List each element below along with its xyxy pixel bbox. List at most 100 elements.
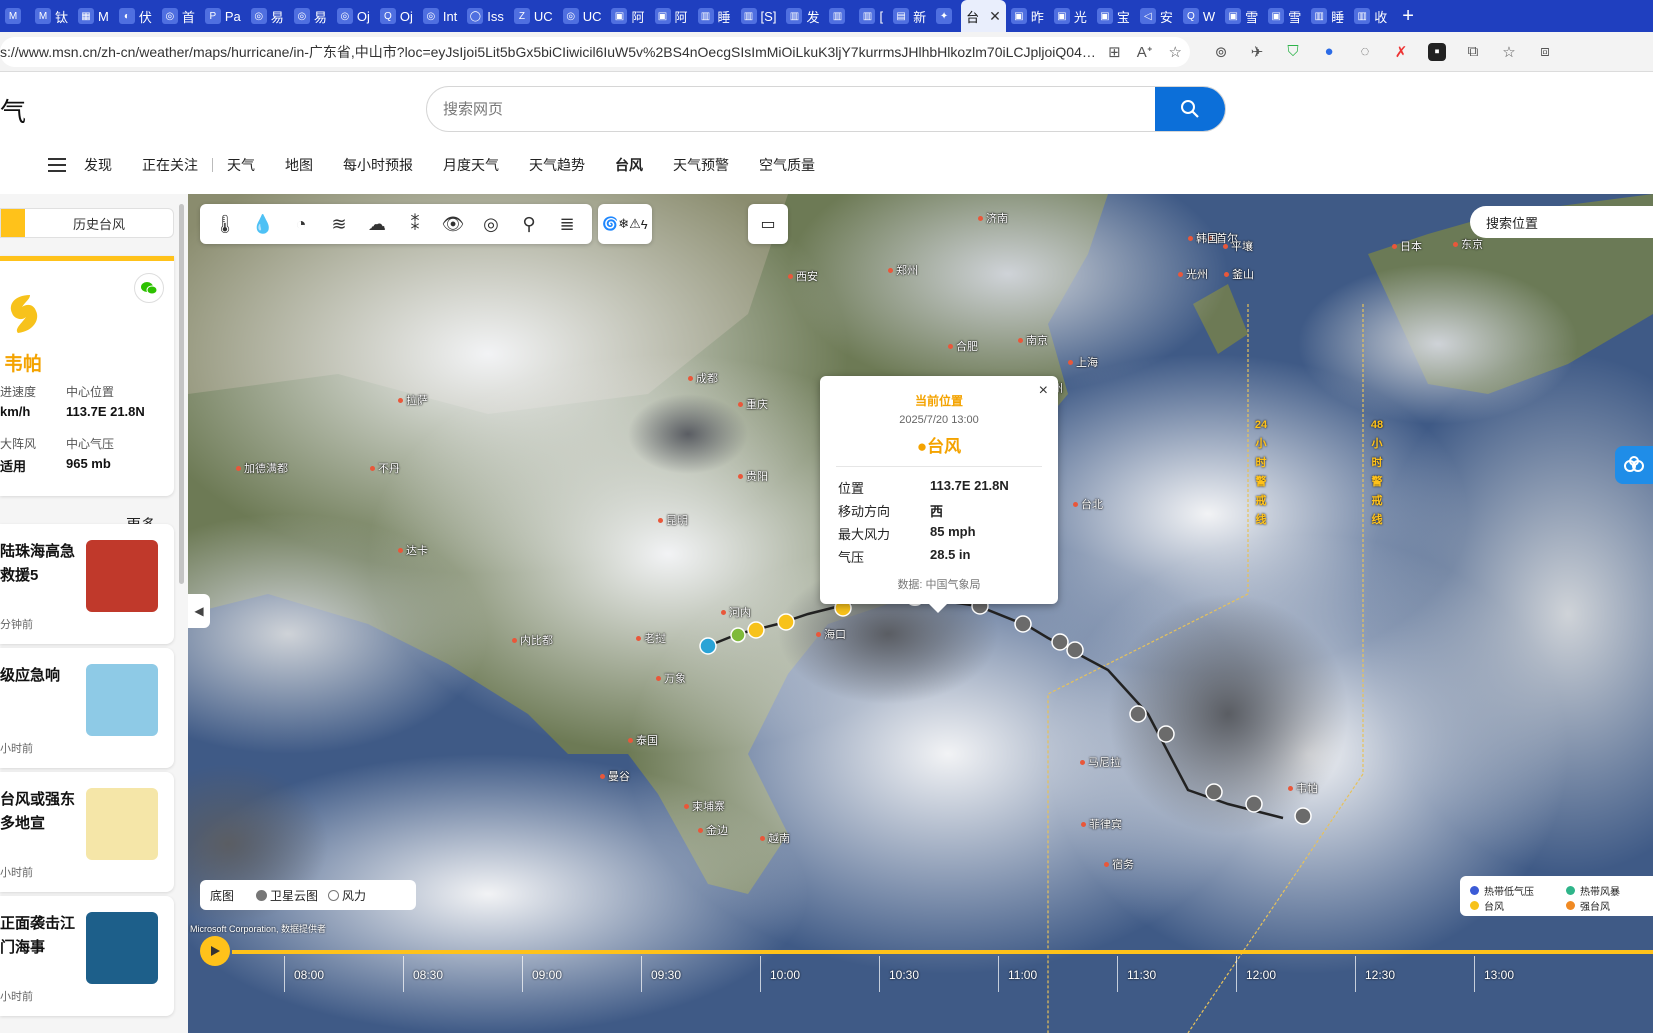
browser-tab[interactable]: ◎ UC — [558, 0, 607, 32]
nav-item[interactable]: 发现 — [84, 155, 112, 175]
close-tab-icon[interactable]: ✕ — [989, 8, 1001, 25]
precipitation-icon[interactable]: ⁑ — [396, 208, 434, 240]
basemap-option-satellite[interactable]: 卫星云图 — [240, 887, 318, 904]
typhoon-map[interactable]: 济南郑州西安南京合肥上海杭州成都重庆贵阳昆明拉萨福州台北香港海口河内万象曼谷金边… — [188, 194, 1653, 1033]
extension-icon[interactable]: ● — [1320, 43, 1338, 61]
wechat-share-icon[interactable] — [134, 273, 164, 303]
raindrop-icon[interactable]: 💧 — [244, 208, 282, 240]
lightning-icon[interactable]: ϟ — [641, 217, 648, 232]
browser-tab[interactable]: ▥ — [824, 0, 854, 32]
browser-tab[interactable]: M钛 — [30, 0, 73, 32]
browser-tab-active[interactable]: 台 ✕ — [961, 0, 1006, 32]
browser-tab[interactable]: ◎ 易 — [246, 0, 289, 32]
new-tab-button[interactable]: + — [1392, 5, 1424, 28]
browser-tab[interactable]: ▣ 光 — [1049, 0, 1092, 32]
timeline-label[interactable]: 11:00 — [1008, 968, 1037, 982]
search-button[interactable] — [1155, 87, 1225, 131]
assistant-button[interactable] — [1615, 446, 1653, 484]
location-search-input[interactable]: 搜索位置 — [1470, 206, 1653, 238]
browser-tab[interactable]: QW — [1178, 0, 1220, 32]
scrollbar[interactable] — [179, 204, 184, 584]
browser-tab[interactable]: ✦ — [931, 0, 961, 32]
timeline-label[interactable]: 12:30 — [1365, 968, 1395, 982]
browser-tab[interactable]: ▣ 雪 — [1220, 0, 1263, 32]
thermometer-icon[interactable]: 🌡 — [206, 208, 244, 240]
browser-tab[interactable]: ◎ 易 — [289, 0, 332, 32]
browser-tab[interactable]: ▥ 睡 — [693, 0, 736, 32]
timeline-label[interactable]: 10:00 — [770, 968, 800, 982]
timeline-label[interactable]: 11:30 — [1127, 968, 1156, 982]
nav-item[interactable]: 天气 — [227, 155, 255, 175]
nav-item[interactable]: 天气预警 — [673, 155, 729, 175]
wind-icon[interactable]: ≋ — [320, 208, 358, 240]
wind-gust-icon[interactable]: ◔ — [282, 208, 320, 240]
browser-tab[interactable]: ▤ 新 — [888, 0, 931, 32]
pressure-icon[interactable]: ◎ — [472, 208, 510, 240]
browser-tab[interactable]: ▣ 昨 — [1006, 0, 1049, 32]
extension-icon[interactable]: ✗ — [1392, 43, 1410, 61]
storm-card[interactable]: 韦帕 进速度 km/h 中心位置 113.7E 21.8N 大阵风 适用 中心气压 96… — [0, 256, 174, 496]
news-card[interactable]: 正面袭击江门海事 小时前 — [0, 896, 174, 1016]
timeline-label[interactable]: 13:00 — [1484, 968, 1514, 982]
search-input[interactable] — [427, 87, 1155, 131]
nav-item[interactable]: 正在关注 — [142, 155, 198, 175]
news-card[interactable]: 陆珠海高急救援5 分钟前 — [0, 524, 174, 644]
browser-tab[interactable]: ◎ 首 — [157, 0, 200, 32]
browser-tab[interactable]: ▣ 宝 — [1092, 0, 1135, 32]
browser-tab[interactable]: ◯ Iss — [462, 0, 509, 32]
nav-item[interactable]: 天气趋势 — [529, 155, 585, 175]
browser-tab[interactable]: ▥[ — [854, 0, 888, 32]
browser-tab[interactable]: Z UC — [509, 0, 558, 32]
news-card[interactable]: 级应急响 小时前 — [0, 648, 174, 768]
location-pin-icon[interactable]: ⚲ — [510, 208, 548, 240]
browser-tab[interactable]: ◎ Int — [418, 0, 462, 32]
hurricane-icon[interactable]: 🌀 — [602, 216, 618, 232]
timeline-label[interactable]: 10:30 — [889, 968, 919, 982]
collapse-panel-button[interactable]: ◀ — [188, 594, 210, 628]
nav-item[interactable]: 每小时预报 — [343, 155, 413, 175]
visibility-icon[interactable]: 👁 — [434, 208, 472, 240]
tab-history-typhoon[interactable]: 历史台风 — [25, 209, 173, 237]
basemap-option-wind[interactable]: 风力 — [324, 887, 366, 904]
feedback-button[interactable]: ▭ — [748, 204, 788, 244]
browser-tab[interactable]: Q Oj — [375, 0, 418, 32]
nav-item[interactable]: 月度天气 — [443, 155, 499, 175]
timeline-label[interactable]: 08:00 — [294, 968, 324, 982]
warning-icon[interactable]: ⚠ — [629, 216, 641, 232]
browser-tab[interactable]: ▣ 雪 — [1263, 0, 1306, 32]
play-button[interactable] — [200, 936, 230, 966]
shield-icon[interactable]: ⛉ — [1284, 43, 1302, 61]
browser-tab[interactable]: P Pa — [200, 0, 246, 32]
nav-item[interactable]: 地图 — [285, 155, 313, 175]
browser-tab[interactable]: ▥ 睡 — [1306, 0, 1349, 32]
timeline-track[interactable] — [232, 950, 1653, 954]
read-aloud-icon[interactable]: Aᐩ — [1137, 43, 1153, 61]
fog-icon[interactable]: ≣ — [548, 208, 586, 240]
extension-icon[interactable]: ⊚ — [1212, 43, 1230, 61]
collections-icon[interactable]: ⧈ — [1536, 43, 1554, 61]
nav-item[interactable]: 台风 — [615, 155, 643, 175]
split-screen-icon[interactable]: ⊞ — [1108, 43, 1121, 61]
puzzle-icon[interactable]: ⧉ — [1464, 43, 1482, 61]
browser-tab[interactable]: ▣ 阿 — [650, 0, 693, 32]
browser-tab[interactable]: ▦ M — [73, 0, 114, 32]
nav-item[interactable]: 空气质量 — [759, 155, 815, 175]
browser-tab[interactable]: ◎ Oj — [332, 0, 375, 32]
tab-current-typhoon[interactable] — [1, 209, 25, 237]
menu-icon[interactable] — [48, 158, 66, 172]
favorite-star-icon[interactable]: ☆ — [1169, 43, 1182, 61]
browser-tab[interactable]: ◐ 伏 — [114, 0, 157, 32]
browser-tab[interactable]: ▥ [S] — [736, 0, 782, 32]
timeline-label[interactable]: 09:30 — [651, 968, 681, 982]
browser-tab[interactable]: M — [0, 0, 30, 32]
browser-tab[interactable]: ◁ 安 — [1135, 0, 1178, 32]
extension-icon[interactable]: ◌ — [1356, 43, 1374, 61]
timeline-label[interactable]: 09:00 — [532, 968, 562, 982]
timeline-label[interactable]: 12:00 — [1246, 968, 1276, 982]
news-card[interactable]: 台风或强东多地宣 小时前 — [0, 772, 174, 892]
cloud-icon[interactable]: ☁ — [358, 208, 396, 240]
browser-tab[interactable]: ▣ 阿 — [606, 0, 649, 32]
extension-icon[interactable]: ▪ — [1428, 42, 1446, 61]
url-field[interactable]: s://www.msn.cn/zh-cn/weather/maps/hurric… — [0, 36, 1190, 67]
snowflake-icon[interactable]: ❄ — [618, 216, 629, 232]
